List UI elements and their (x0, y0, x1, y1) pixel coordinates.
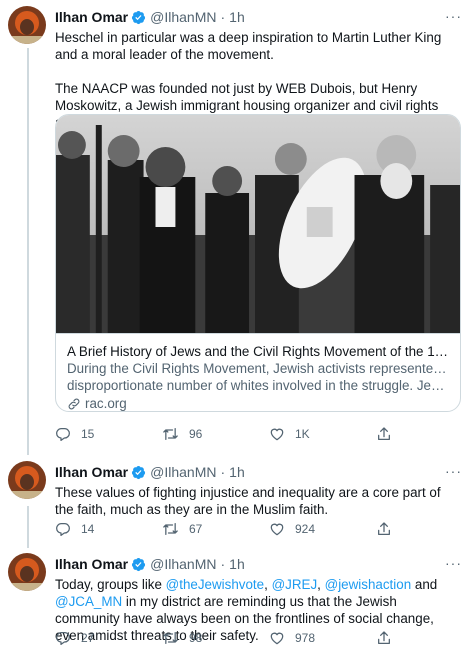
share-icon (378, 427, 390, 440)
tweet-text-segment: Today, groups like (55, 577, 166, 592)
author-handle[interactable]: @IlhanMN (150, 9, 216, 25)
tweet-actions: 14 67 924 (55, 520, 405, 538)
author-handle[interactable]: @IlhanMN (150, 556, 216, 572)
retweet-count: 67 (189, 522, 203, 536)
reply-icon (56, 428, 70, 441)
retweet-icon (163, 428, 178, 440)
separator-dot: · (220, 464, 226, 480)
retweet-count: 98 (189, 631, 203, 645)
like-count: 978 (295, 631, 316, 645)
tweet-header: Ilhan Omar @IlhanMN · 1h (55, 463, 462, 481)
link-icon (68, 398, 80, 410)
verified-icon (132, 465, 146, 479)
like-button[interactable]: 978 (269, 630, 376, 646)
author-name[interactable]: Ilhan Omar (55, 464, 128, 480)
reply-count: 14 (81, 522, 95, 536)
like-button[interactable]: 1K (269, 426, 376, 442)
share-button[interactable] (376, 630, 402, 646)
retweet-icon (163, 632, 178, 644)
avatar[interactable] (8, 461, 46, 499)
tweet-header: Ilhan Omar @IlhanMN · 1h (55, 555, 462, 573)
card-title[interactable]: A Brief History of Jews and the Civil Ri… (67, 343, 449, 360)
retweet-button[interactable]: 98 (162, 630, 269, 646)
like-icon (270, 632, 284, 645)
tweet-paragraph: Heschel in particular was a deep inspira… (55, 30, 442, 62)
tweet-text-segment: , (317, 577, 325, 592)
like-icon (270, 428, 284, 441)
author-name[interactable]: Ilhan Omar (55, 556, 128, 572)
tweet-text: These values of fighting injustice and i… (55, 485, 441, 517)
tweet[interactable]: Ilhan Omar @IlhanMN · 1h ··· Today, grou… (0, 547, 474, 655)
separator-dot: · (220, 9, 226, 25)
tweet[interactable]: Ilhan Omar @IlhanMN · 1h ··· These value… (0, 455, 474, 547)
card-domain-text: rac.org (85, 396, 127, 411)
card-domain[interactable]: rac.org (67, 395, 449, 411)
mention-link[interactable]: @theJewishvote (166, 577, 264, 592)
tweet-time[interactable]: 1h (229, 464, 245, 480)
share-button[interactable] (376, 426, 402, 442)
card-description: During the Civil Rights Movement, Jewish… (67, 360, 449, 394)
reply-button[interactable]: 15 (55, 426, 162, 442)
like-button[interactable]: 924 (269, 521, 376, 537)
mention-link[interactable]: @jewishaction (325, 577, 412, 592)
card-image (56, 115, 460, 333)
retweet-button[interactable]: 67 (162, 521, 269, 537)
tweet-actions: 15 96 1K (55, 425, 405, 443)
like-count: 1K (295, 427, 310, 441)
verified-icon (132, 557, 146, 571)
verified-icon (132, 10, 146, 24)
tweet-text-segment: , (264, 577, 272, 592)
author-handle[interactable]: @IlhanMN (150, 464, 216, 480)
tweet-text-segment: and (411, 577, 438, 592)
share-icon (378, 522, 390, 535)
mention-link[interactable]: @JCA_MN (55, 594, 122, 609)
share-button[interactable] (376, 521, 402, 537)
retweet-icon (163, 523, 178, 535)
tweet[interactable]: Ilhan Omar @IlhanMN · 1h ··· Heschel in … (0, 0, 474, 455)
avatar[interactable] (8, 553, 46, 591)
mention-link[interactable]: @JREJ (272, 577, 318, 592)
retweet-count: 96 (189, 427, 203, 441)
more-options-icon[interactable]: ··· (445, 463, 462, 479)
tweet-header: Ilhan Omar @IlhanMN · 1h (55, 8, 462, 26)
more-options-icon[interactable]: ··· (445, 555, 462, 571)
avatar[interactable] (8, 6, 46, 44)
reply-count: 27 (81, 631, 95, 645)
tweet-time[interactable]: 1h (229, 556, 245, 572)
author-name[interactable]: Ilhan Omar (55, 9, 128, 25)
retweet-button[interactable]: 96 (162, 426, 269, 442)
reply-count: 15 (81, 427, 95, 441)
tweet-actions: 27 98 978 (55, 629, 405, 647)
like-icon (270, 523, 284, 536)
link-card[interactable]: A Brief History of Jews and the Civil Ri… (55, 114, 461, 412)
separator-dot: · (220, 556, 226, 572)
reply-icon (56, 523, 70, 536)
card-description-line: disproportionate number of whites involv… (67, 378, 449, 393)
reply-button[interactable]: 14 (55, 521, 162, 537)
reply-button[interactable]: 27 (55, 630, 162, 646)
reply-icon (56, 632, 70, 645)
like-count: 924 (295, 522, 316, 536)
card-description-line: During the Civil Rights Movement, Jewish… (67, 361, 449, 376)
share-icon (378, 631, 390, 644)
tweet-time[interactable]: 1h (229, 9, 245, 25)
more-options-icon[interactable]: ··· (445, 8, 462, 24)
